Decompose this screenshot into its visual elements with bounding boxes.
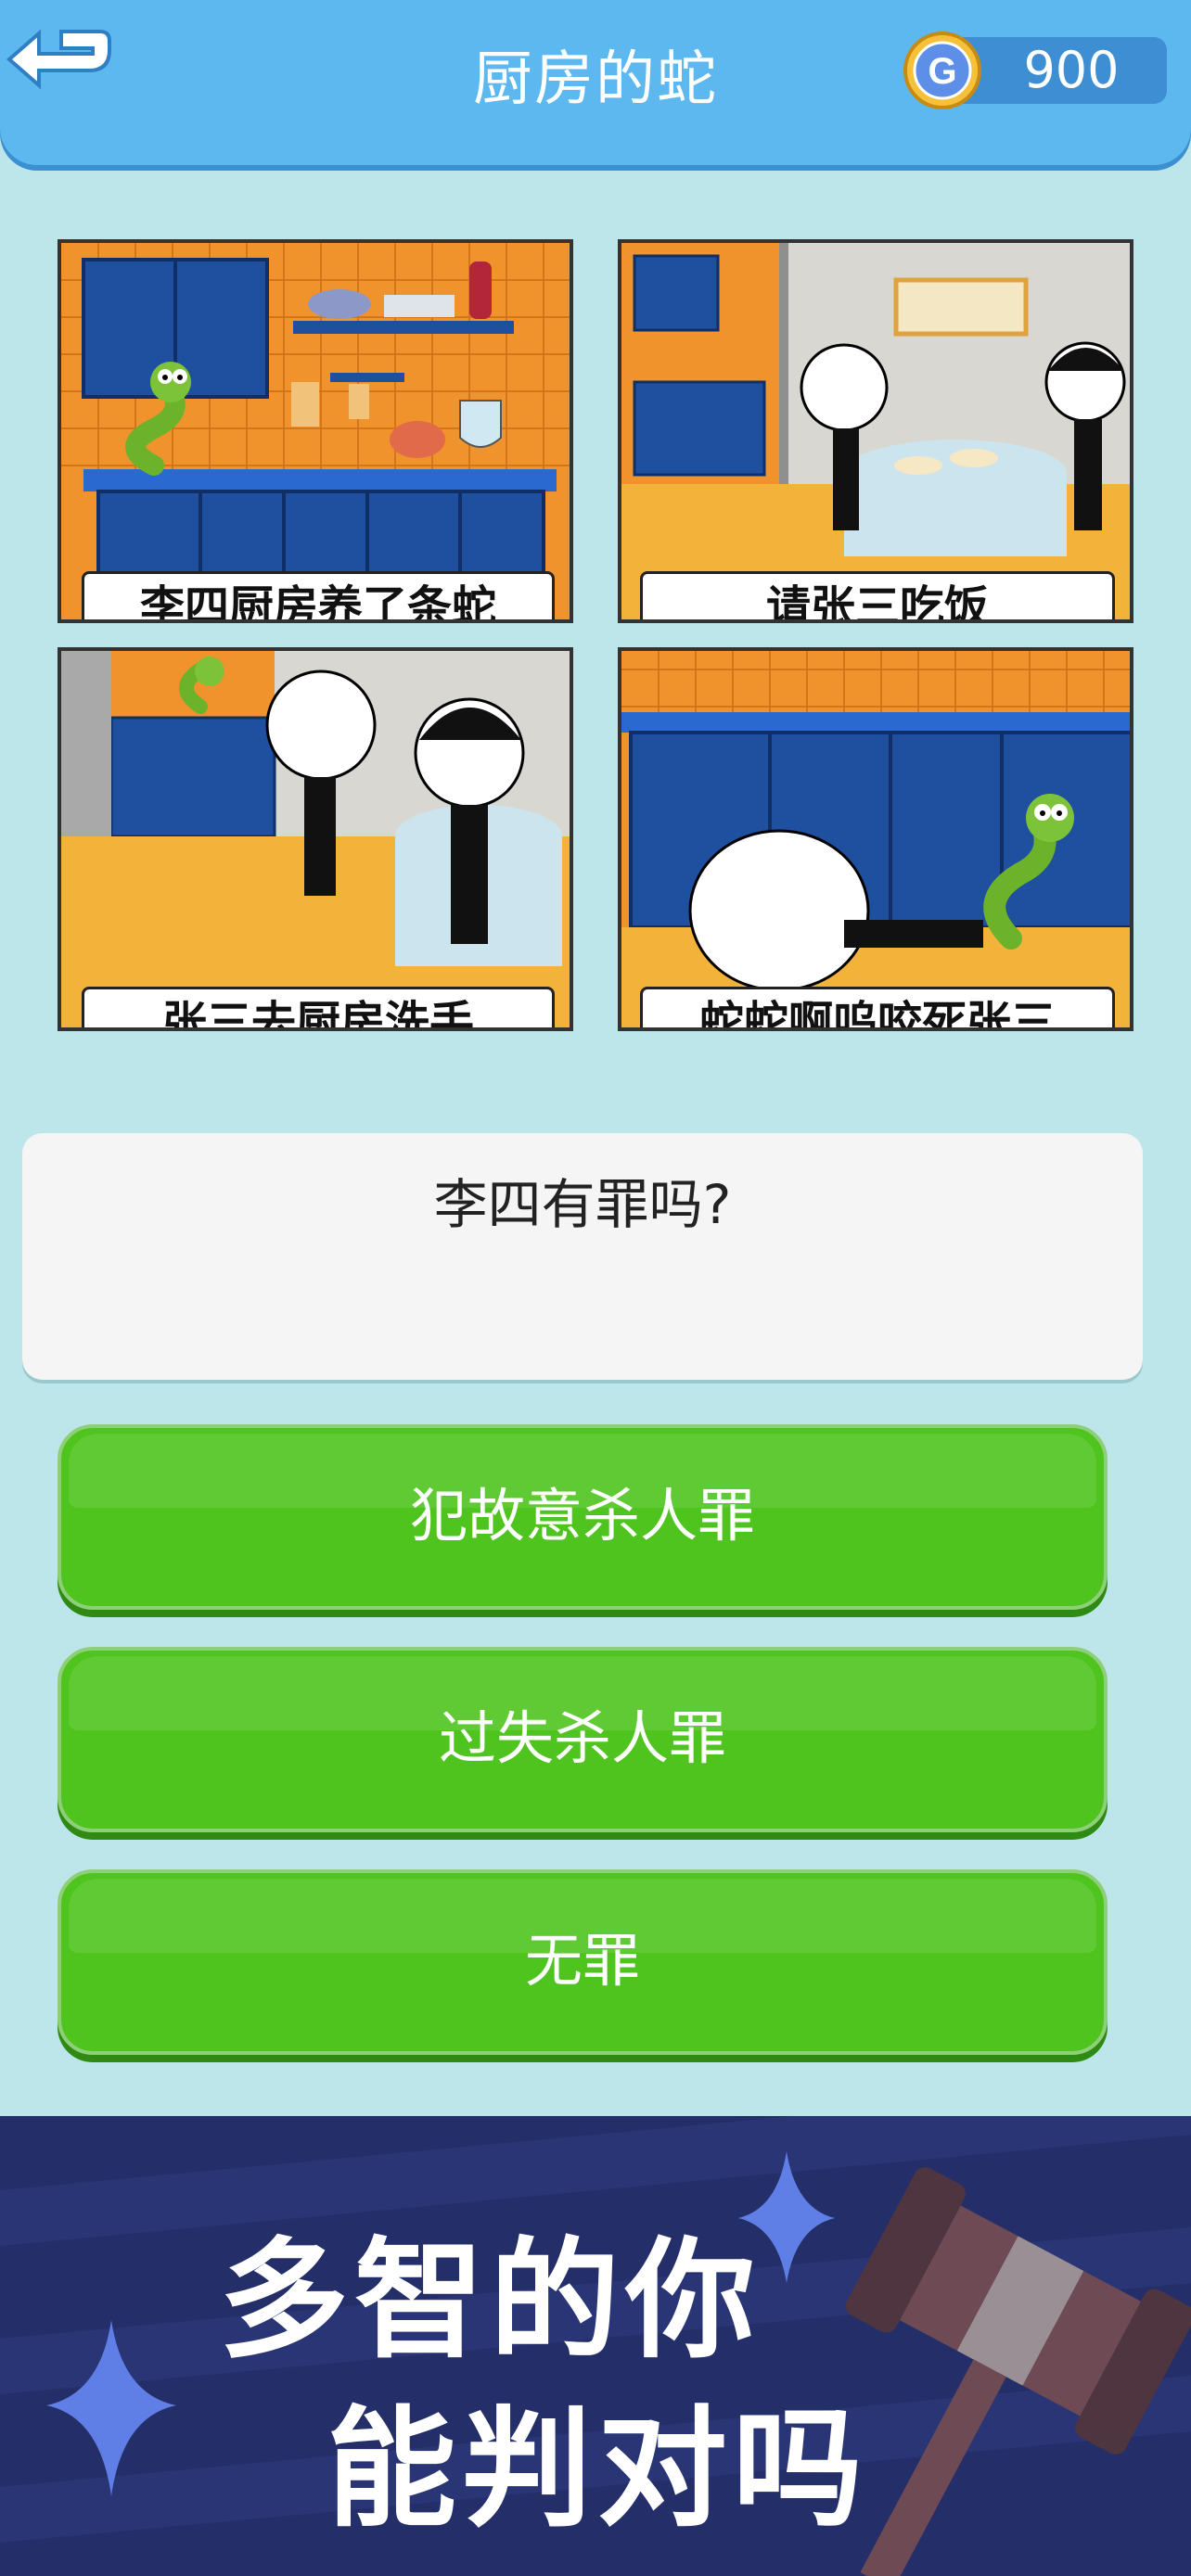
question-text: 李四有罪吗? [433, 1173, 732, 1236]
answer-label: 犯故意杀人罪 [409, 1482, 755, 1549]
panel-caption-3: 张三去厨房洗手 [82, 987, 555, 1027]
promo-banner: 多智的你 能判对吗 [0, 2116, 1191, 2576]
answer-button-intentional-homicide[interactable]: 犯故意杀人罪 [58, 1424, 1108, 1610]
coin-icon: G [903, 32, 981, 109]
panel-caption-1: 李四厨房养了条蛇 [82, 571, 555, 619]
svg-text:G: G [928, 51, 956, 92]
dinner-illustration [621, 243, 1130, 619]
comic-panel-3: 张三去厨房洗手 [58, 647, 573, 1031]
answer-label: 无罪 [524, 1927, 640, 1995]
question-card: 李四有罪吗? [22, 1133, 1143, 1380]
snake-bite-illustration [621, 651, 1130, 1027]
answer-label: 过失杀人罪 [438, 1704, 726, 1772]
comic-panel-1: 李四厨房养了条蛇 [58, 239, 573, 623]
comic-panel-2: 请张三吃饭 [618, 239, 1133, 623]
panel-caption-4: 蛇蛇啊呜咬死张三 [640, 987, 1115, 1027]
promo-headline-line-1: 多智的你 [219, 2225, 762, 2377]
top-bar: 厨房的蛇 G 900 [0, 0, 1191, 165]
answer-button-not-guilty[interactable]: 无罪 [58, 1869, 1108, 2055]
comic-panel-4: 蛇蛇啊呜咬死张三 [618, 647, 1133, 1031]
promo-headline-line-2: 能判对吗 [327, 2394, 869, 2545]
hand-washing-illustration [61, 651, 570, 1027]
kitchen-snake-illustration [61, 243, 570, 619]
answer-button-negligent-homicide[interactable]: 过失杀人罪 [58, 1647, 1108, 1832]
coin-value: 900 [1023, 41, 1120, 99]
panel-caption-2: 请张三吃饭 [640, 571, 1115, 619]
